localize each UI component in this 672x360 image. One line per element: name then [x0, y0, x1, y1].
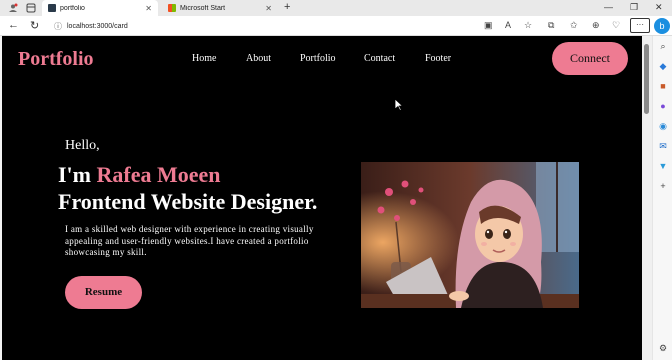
restore-icon[interactable]: ❐ — [630, 2, 638, 13]
address-row: ← ↻ ⓘ localhost:3000/card ▣ A ☆ ⧉ ✩ ⊕ ♡ — [0, 16, 672, 36]
sidebar-toggle-icon[interactable]: ⧉ — [548, 20, 554, 31]
close-tab-icon[interactable]: ✕ — [265, 4, 272, 13]
greeting: Hello, — [65, 138, 100, 153]
microsoft-start-favicon-icon — [168, 4, 176, 12]
drop-icon[interactable]: ▼ — [657, 160, 669, 172]
site-logo[interactable]: Portfolio — [18, 48, 94, 71]
intro-heading: I'm Rafea Moeen — [58, 162, 221, 188]
resume-button[interactable]: Resume — [65, 276, 142, 309]
intro-prefix: I'm — [58, 162, 91, 187]
split-icon[interactable]: ▣ — [484, 20, 493, 31]
nav-about[interactable]: About — [246, 53, 271, 64]
info-icon[interactable]: ⓘ — [54, 21, 62, 32]
address-bar[interactable]: ⓘ localhost:3000/card — [54, 19, 474, 33]
outlook-icon[interactable]: ✉ — [657, 140, 669, 152]
connect-button[interactable]: Connect — [552, 42, 628, 75]
minimize-icon[interactable]: — — [604, 2, 613, 12]
new-tab-icon[interactable]: + — [284, 1, 290, 13]
collections-icon[interactable]: ⊕ — [592, 20, 600, 31]
close-tab-icon[interactable]: ✕ — [145, 4, 152, 13]
read-aloud-icon[interactable]: A — [505, 20, 511, 30]
edge-sidebar: ⌕ ◆ ■ ● ◉ ✉ ▼ + ⚙ — [652, 36, 672, 360]
tab-title: portfolio — [60, 4, 85, 12]
tab-bar: portfolio ✕ Microsoft Start ✕ + — ❐ ✕ — [0, 0, 672, 16]
url-text[interactable]: localhost:3000/card — [67, 23, 128, 30]
tab-title: Microsoft Start — [180, 4, 226, 12]
games-icon[interactable]: ● — [657, 100, 669, 112]
portfolio-favicon-icon — [48, 4, 56, 12]
tools-icon[interactable]: ■ — [657, 80, 669, 92]
author-name: Rafea Moeen — [96, 162, 221, 187]
mouse-cursor-icon — [395, 99, 403, 111]
role-heading: Frontend Website Designer. — [58, 189, 318, 214]
workspaces-icon[interactable] — [24, 1, 38, 15]
more-icon[interactable]: ··· — [630, 18, 650, 33]
settings-icon[interactable]: ⚙ — [657, 342, 669, 354]
microsoft-365-icon[interactable]: ◉ — [657, 120, 669, 132]
tab-microsoft-start[interactable]: Microsoft Start ✕ — [162, 0, 278, 16]
back-icon[interactable]: ← — [8, 19, 19, 31]
hero-illustration — [361, 162, 579, 308]
favorites-icon[interactable]: ✩ — [570, 20, 578, 31]
search-icon[interactable]: ⌕ — [657, 40, 669, 52]
extensions-icon[interactable]: ♡ — [612, 20, 620, 31]
shopping-tag-icon[interactable]: ◆ — [657, 60, 669, 72]
nav-footer[interactable]: Footer — [425, 53, 451, 64]
scrollbar-thumb[interactable] — [644, 44, 649, 114]
nav-portfolio[interactable]: Portfolio — [300, 53, 336, 64]
profile-icon[interactable] — [6, 1, 20, 15]
tab-portfolio[interactable]: portfolio ✕ — [42, 0, 158, 16]
bio-text: I am a skilled web designer with experie… — [65, 224, 314, 257]
close-window-icon[interactable]: ✕ — [655, 2, 663, 13]
add-sidebar-icon[interactable]: + — [657, 180, 669, 192]
nav-contact[interactable]: Contact — [364, 53, 395, 64]
webpage: Portfolio Home About Portfolio Contact F… — [2, 36, 642, 360]
copilot-icon[interactable]: b — [654, 18, 670, 34]
refresh-icon[interactable]: ↻ — [30, 19, 39, 32]
favorite-icon[interactable]: ☆ — [524, 20, 532, 31]
nav-home[interactable]: Home — [192, 53, 216, 64]
